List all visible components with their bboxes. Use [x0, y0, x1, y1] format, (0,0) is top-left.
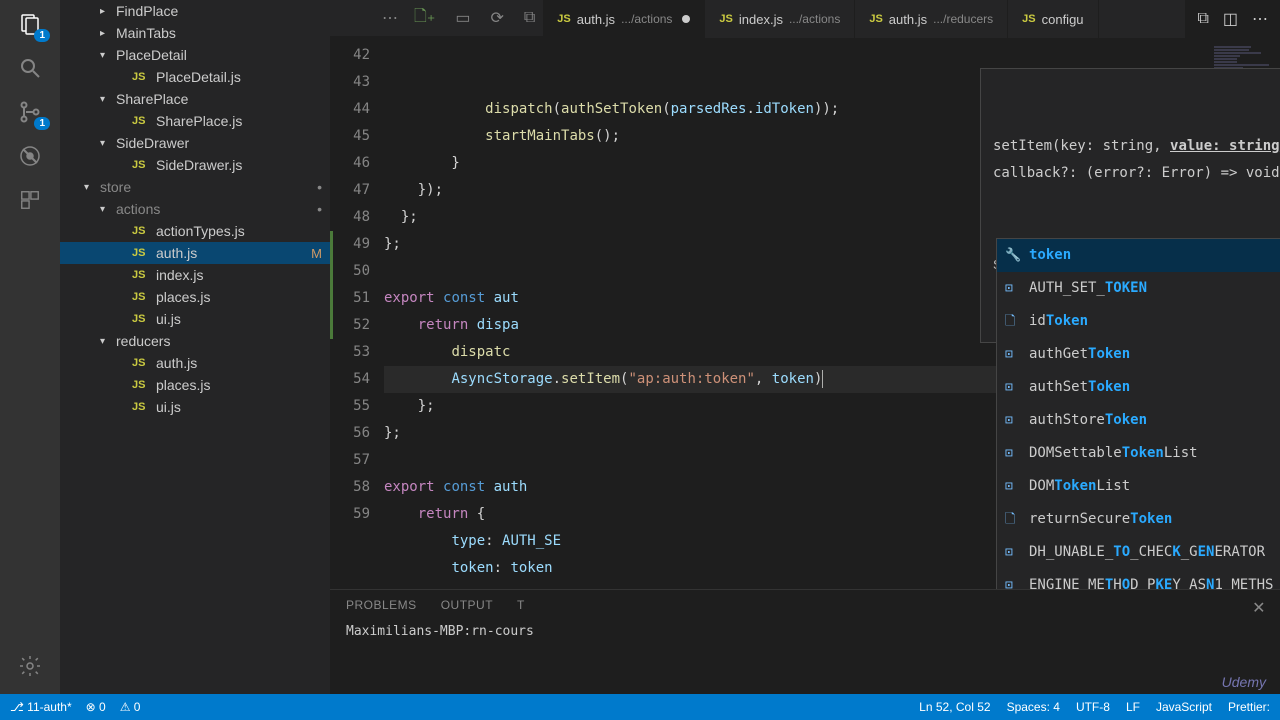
suggest-item[interactable]: ⊡ENGINE_METHOD_PKEY_ASN1_METHS: [997, 569, 1280, 589]
save-icon[interactable]: ▭: [455, 8, 470, 28]
suggest-widget[interactable]: 🔧token(parameter) token: anyi⊡AUTH_SET_T…: [996, 238, 1280, 589]
more-icon[interactable]: ⋯: [382, 8, 398, 28]
warnings-count[interactable]: ⚠ 0: [120, 700, 141, 714]
file-item[interactable]: JSSideDrawer.js: [60, 154, 330, 176]
suggest-item[interactable]: 🗋returnSecureToken: [997, 503, 1280, 536]
folder-item[interactable]: ▾SideDrawer: [60, 132, 330, 154]
editor-tabs: JSauth.js.../actionsJSindex.js.../action…: [543, 0, 1185, 38]
folder-item[interactable]: ▾SharePlace: [60, 88, 330, 110]
file-item[interactable]: JSauth.jsM: [60, 242, 330, 264]
editor-tab[interactable]: JSauth.js.../reducers: [855, 0, 1008, 38]
editor-tab[interactable]: JSindex.js.../actions: [705, 0, 855, 38]
editor-tab[interactable]: JSauth.js.../actions: [543, 0, 705, 38]
folder-item[interactable]: ▾actions•: [60, 198, 330, 220]
split-icon[interactable]: ◫: [1223, 9, 1238, 29]
explorer-icon[interactable]: 1: [16, 10, 44, 38]
panel-tab-problems[interactable]: PROBLEMS: [346, 598, 417, 612]
suggest-item[interactable]: ⊡authStoreToken: [997, 404, 1280, 437]
explorer-sidebar: ▸FindPlace▸MainTabs▾PlaceDetailJSPlaceDe…: [60, 0, 330, 694]
panel-tab-terminal[interactable]: T: [517, 598, 525, 612]
suggest-item[interactable]: ⊡DOMTokenList: [997, 470, 1280, 503]
activity-bar: 1 1: [0, 0, 60, 694]
file-item[interactable]: JSPlaceDetail.js: [60, 66, 330, 88]
encoding[interactable]: UTF-8: [1076, 700, 1110, 714]
language-mode[interactable]: JavaScript: [1156, 700, 1212, 714]
editor-tab[interactable]: JSconfigu: [1008, 0, 1098, 38]
debug-icon[interactable]: [16, 142, 44, 170]
errors-count[interactable]: ⊗ 0: [86, 700, 106, 714]
file-item[interactable]: JSSharePlace.js: [60, 110, 330, 132]
settings-icon[interactable]: [16, 652, 44, 680]
folder-item[interactable]: ▾PlaceDetail: [60, 44, 330, 66]
refresh-icon[interactable]: ⟳: [490, 8, 503, 28]
more-actions-icon[interactable]: ⋯: [1252, 9, 1268, 29]
compare-icon[interactable]: ⧉: [1197, 10, 1208, 28]
suggest-item[interactable]: ⊡AUTH_SET_TOKEN: [997, 272, 1280, 305]
source-control-icon[interactable]: 1: [16, 98, 44, 126]
eol[interactable]: LF: [1126, 700, 1140, 714]
file-item[interactable]: JSplaces.js: [60, 374, 330, 396]
suggest-item[interactable]: ⊡DH_UNABLE_TO_CHECK_GENERATOR: [997, 536, 1280, 569]
file-item[interactable]: JSui.js: [60, 308, 330, 330]
folder-item[interactable]: ▾reducers: [60, 330, 330, 352]
git-branch[interactable]: ⎇ 11-auth*: [10, 700, 72, 714]
prettier-status[interactable]: Prettier:: [1228, 700, 1270, 714]
bottom-panel: PROBLEMS OUTPUT T ✕ Maximilians-MBP:rn-c…: [330, 589, 1280, 694]
suggest-item[interactable]: ⊡DOMSettableTokenList: [997, 437, 1280, 470]
extensions-icon[interactable]: [16, 186, 44, 214]
collapse-icon[interactable]: ⧉: [524, 9, 535, 27]
suggest-item[interactable]: 🗋idToken: [997, 305, 1280, 338]
close-icon[interactable]: ✕: [1252, 598, 1266, 618]
code-editor[interactable]: 424344454647484950515253545556575859 dis…: [330, 38, 1280, 589]
new-file-icon[interactable]: 🗋₊: [414, 5, 435, 32]
file-item[interactable]: JSplaces.js: [60, 286, 330, 308]
watermark: Udemy: [1222, 674, 1266, 690]
status-bar: ⎇ 11-auth* ⊗ 0 ⚠ 0 Ln 52, Col 52 Spaces:…: [0, 694, 1280, 720]
suggest-item[interactable]: 🔧token(parameter) token: anyi: [997, 239, 1280, 272]
folder-item[interactable]: ▾store•: [60, 176, 330, 198]
file-item[interactable]: JSindex.js: [60, 264, 330, 286]
panel-tab-output[interactable]: OUTPUT: [441, 598, 493, 612]
folder-item[interactable]: ▸MainTabs: [60, 22, 330, 44]
file-item[interactable]: JSactionTypes.js: [60, 220, 330, 242]
cursor-position[interactable]: Ln 52, Col 52: [919, 700, 990, 714]
suggest-item[interactable]: ⊡authGetToken: [997, 338, 1280, 371]
editor-group: ⋯ 🗋₊ ▭ ⟳ ⧉ JSauth.js.../actionsJSindex.j…: [330, 0, 1280, 694]
indentation[interactable]: Spaces: 4: [1007, 700, 1060, 714]
file-item[interactable]: JSauth.js: [60, 352, 330, 374]
search-icon[interactable]: [16, 54, 44, 82]
file-item[interactable]: JSui.js: [60, 396, 330, 418]
terminal-output[interactable]: Maximilians-MBP:rn-cours: [330, 620, 1280, 643]
suggest-item[interactable]: ⊡authSetToken: [997, 371, 1280, 404]
folder-item[interactable]: ▸FindPlace: [60, 0, 330, 22]
